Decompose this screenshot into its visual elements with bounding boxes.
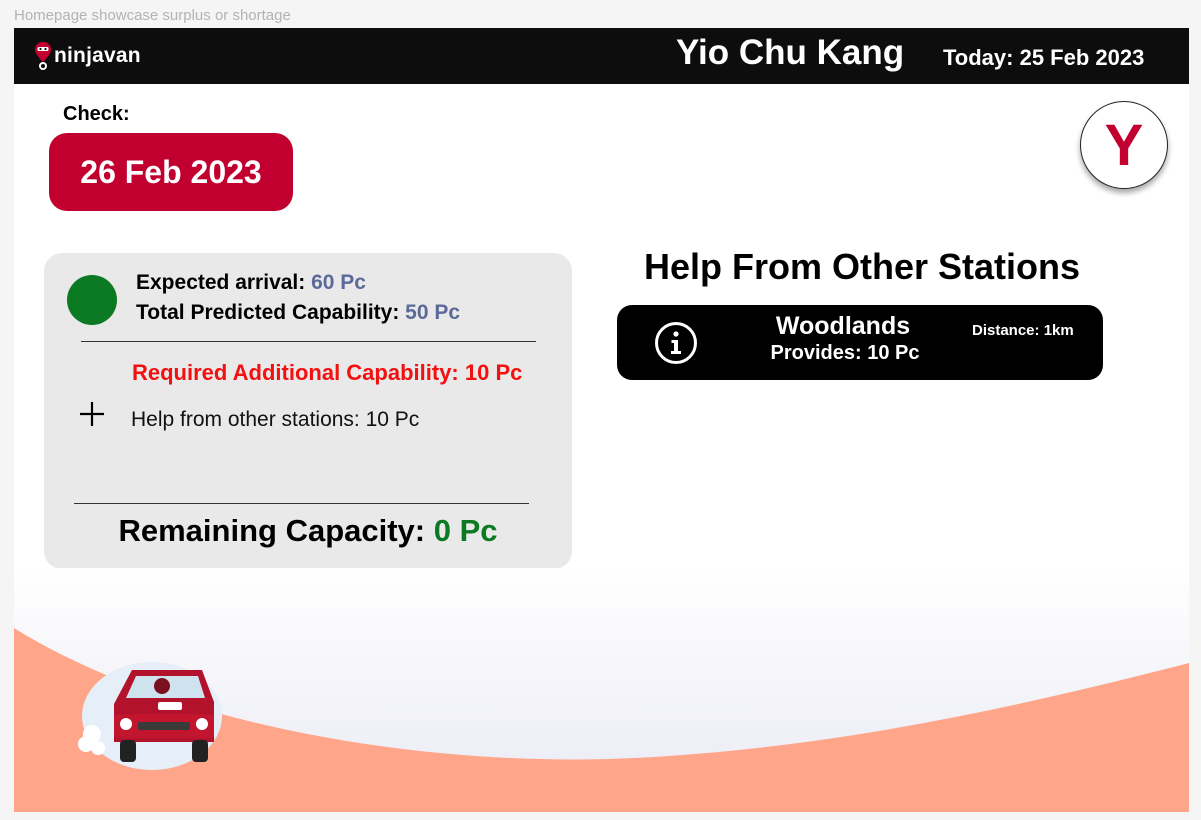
predicted-capability-value: 50 Pc [405,301,461,324]
top-bar: ninjavan Yio Chu Kang Today: 25 Feb 2023 [14,28,1189,84]
logo-text: ninjavan [54,44,141,67]
ninjavan-logo[interactable]: ninjavan [34,40,141,72]
delivery-van-illustration [78,662,222,770]
homepage-frame: ninjavan Yio Chu Kang Today: 25 Feb 2023… [14,28,1189,812]
remaining-capacity: Remaining Capacity: 0 Pc [44,513,572,549]
predicted-capability-label: Total Predicted Capability: [136,301,400,324]
predicted-capability: Total Predicted Capability: 50 Pc [136,301,460,325]
check-date-button[interactable]: 26 Feb 2023 [49,133,293,211]
plus-icon [80,402,104,426]
divider [74,503,529,504]
expected-arrival-value: 60 Pc [311,271,366,294]
remaining-capacity-value: 0 Pc [433,513,498,548]
station-provides: Provides: 10 Pc [770,342,920,364]
today-date: Today: 25 Feb 2023 [943,45,1145,70]
station-name: Yio Chu Kang [676,33,905,72]
expected-arrival: Expected arrival: 60 Pc [136,271,366,295]
divider [81,341,536,342]
station-distance: Distance: 1km [972,322,1074,339]
helper-station-card[interactable]: Woodlands Provides: 10 Pc Distance: 1km [617,305,1103,380]
frame-label: Homepage showcase surplus or shortage [14,7,291,24]
status-indicator [67,275,117,325]
expected-arrival-label: Expected arrival: [136,271,306,294]
required-capability: Required Additional Capability: 10 Pc [132,360,523,385]
help-panel-title: Help From Other Stations [643,246,1081,287]
ninjavan-logo-icon [35,42,51,70]
help-from-stations: Help from other stations: 10 Pc [131,408,420,431]
check-label: Check: [63,103,130,125]
user-avatar[interactable]: Y [1080,101,1168,189]
capacity-summary-card: Expected arrival: 60 Pc Total Predicted … [44,253,572,569]
remaining-capacity-label: Remaining Capacity: [118,513,426,548]
